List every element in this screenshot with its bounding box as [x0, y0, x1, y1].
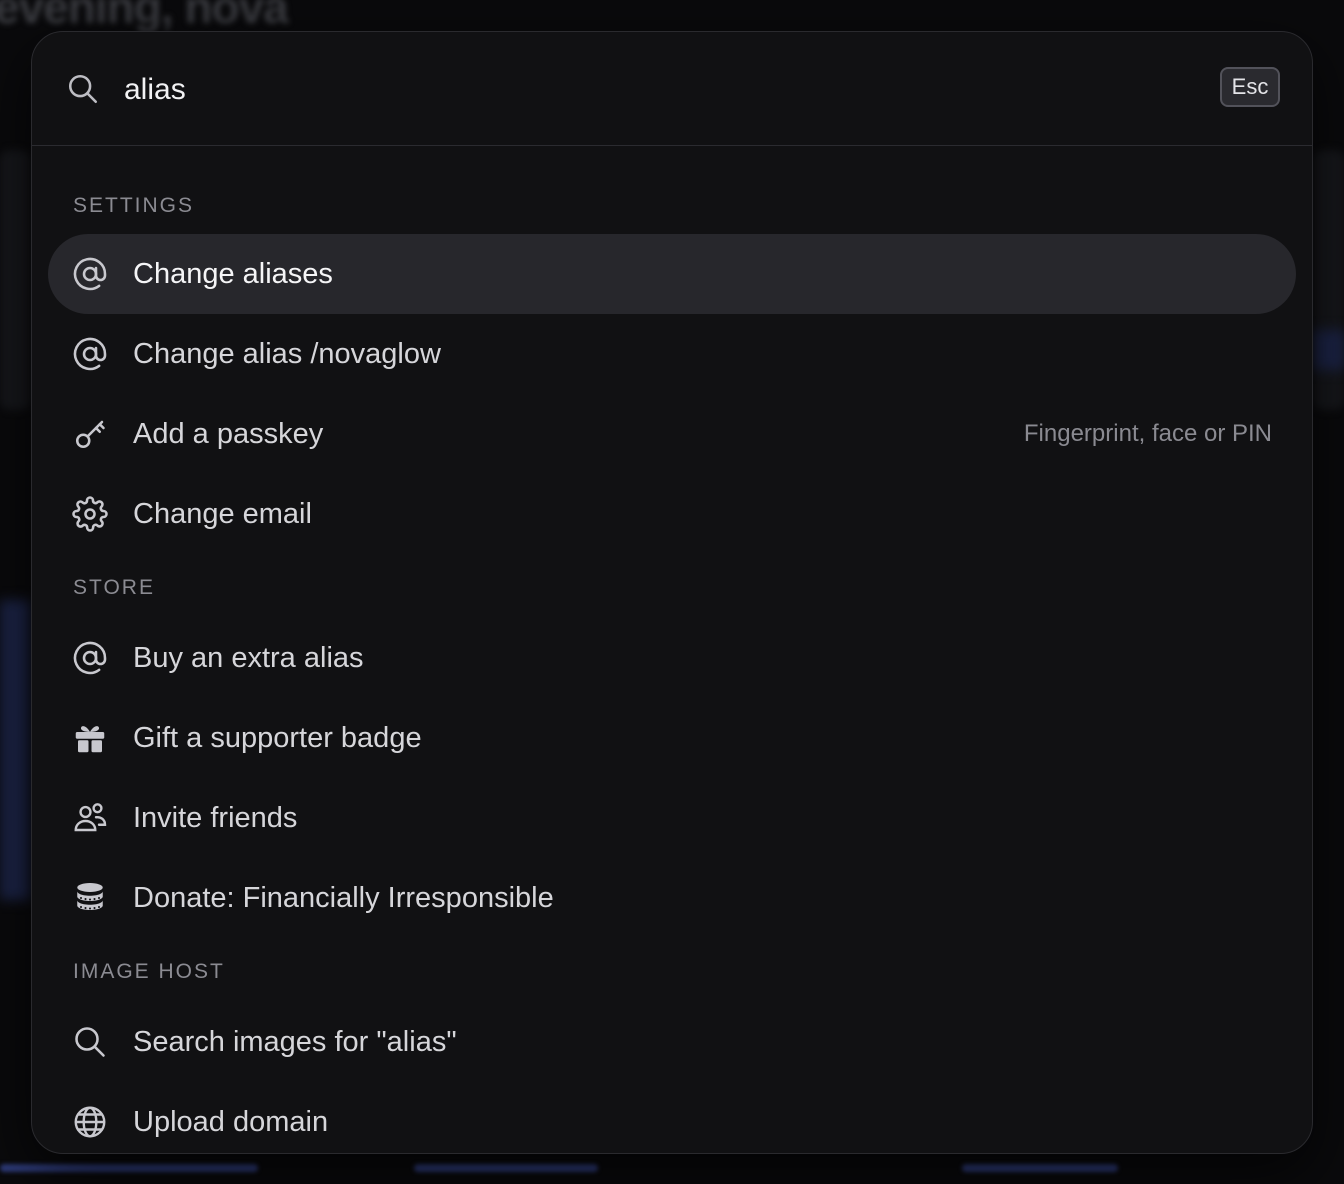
- result-item-label: Add a passkey: [133, 418, 324, 450]
- result-item-label: Gift a supporter badge: [133, 722, 422, 754]
- result-item-invite-friends[interactable]: Invite friends: [48, 778, 1296, 858]
- result-item-search-images-for-alias[interactable]: Search images for "alias": [48, 1002, 1296, 1082]
- search-input[interactable]: [124, 68, 1124, 112]
- globe-icon: [72, 1104, 108, 1140]
- result-item-change-aliases[interactable]: Change aliases: [48, 234, 1296, 314]
- result-item-change-email[interactable]: Change email: [48, 474, 1296, 554]
- result-item-add-a-passkey[interactable]: Add a passkey Fingerprint, face or PIN: [48, 394, 1296, 474]
- key-icon: [72, 416, 108, 452]
- search-icon: [66, 72, 100, 106]
- section-header-store: STORE: [73, 576, 155, 599]
- background-panel: [1314, 150, 1344, 410]
- result-item-change-alias-novaglow[interactable]: Change alias /novaglow: [48, 314, 1296, 394]
- search-bar: Esc: [32, 32, 1312, 146]
- background-accent: [1314, 330, 1344, 370]
- gift-icon: [72, 720, 108, 756]
- result-item-label: Invite friends: [133, 802, 298, 834]
- result-item-gift-a-supporter-badge[interactable]: Gift a supporter badge: [48, 698, 1296, 778]
- result-item-buy-an-extra-alias[interactable]: Buy an extra alias: [48, 618, 1296, 698]
- at-icon: [72, 640, 108, 676]
- result-item-label: Change aliases: [133, 258, 333, 290]
- result-item-hint: Fingerprint, face or PIN: [1023, 420, 1272, 447]
- section-header-settings: SETTINGS: [73, 194, 195, 217]
- at-icon: [72, 336, 108, 372]
- background-bar: [414, 1164, 598, 1172]
- result-item-label: Search images for "alias": [133, 1026, 457, 1058]
- users-icon: [72, 800, 108, 836]
- esc-button[interactable]: Esc: [1220, 67, 1280, 107]
- background-accent: [0, 600, 30, 900]
- section-header-image-host: IMAGE HOST: [73, 960, 225, 983]
- results-list: SETTINGS Change aliases Change alias /nova…: [32, 178, 1312, 1153]
- result-item-label: Change email: [133, 498, 312, 530]
- result-item-donate-financially-irresponsible[interactable]: Donate: Financially Irresponsible: [48, 858, 1296, 938]
- result-item-label: Upload domain: [133, 1106, 329, 1138]
- search-icon: [72, 1024, 108, 1060]
- coins-icon: [72, 880, 108, 916]
- command-palette: Esc SETTINGS Change aliases Change alias /…: [31, 31, 1313, 1154]
- background-bar: [0, 1164, 258, 1172]
- result-item-label: Donate: Financially Irresponsible: [133, 882, 554, 914]
- background-bar: [962, 1164, 1118, 1172]
- result-item-upload-domain[interactable]: Upload domain: [48, 1082, 1296, 1153]
- background-greeting: evening, nova: [0, 0, 289, 33]
- result-item-label: Buy an extra alias: [133, 642, 364, 674]
- result-item-label: Change alias /novaglow: [133, 338, 441, 370]
- at-icon: [72, 256, 108, 292]
- background-panel: [0, 150, 30, 410]
- gear-icon: [72, 496, 108, 532]
